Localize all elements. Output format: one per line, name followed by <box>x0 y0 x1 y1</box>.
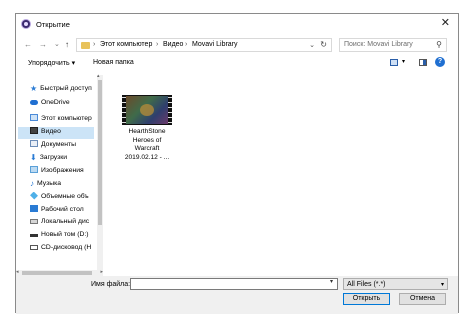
forward-arrow-icon[interactable]: → <box>39 40 47 49</box>
folder-icon <box>81 42 90 49</box>
pictures-icon <box>30 166 38 173</box>
film-strip-edge <box>168 95 172 125</box>
change-view-icon[interactable] <box>390 59 398 66</box>
sidebar-item-label: Рабочий стол <box>41 206 84 213</box>
music-icon: ♪ <box>30 179 34 188</box>
scroll-up-arrow-icon[interactable]: ▴ <box>97 73 100 79</box>
scrollbar-thumb[interactable] <box>98 80 102 225</box>
help-icon[interactable]: ? <box>435 57 445 67</box>
app-icon <box>21 19 31 29</box>
3d-objects-icon <box>30 192 38 200</box>
video-folder-icon <box>30 127 38 134</box>
scroll-left-arrow-icon[interactable]: ◂ <box>16 269 19 275</box>
file-name-line: Warcraft <box>134 145 160 152</box>
cloud-icon <box>30 100 38 105</box>
sidebar-item-new-volume-d[interactable]: Новый том (D:) <box>30 231 103 243</box>
sidebar-item-quick-access[interactable]: ★ Быстрый доступ <box>30 84 103 96</box>
drive-icon <box>30 219 38 224</box>
filename-label: Имя файла: <box>91 281 131 288</box>
sidebar-item-video[interactable]: Видео <box>18 127 94 139</box>
refresh-icon[interactable]: ↻ <box>320 40 327 49</box>
file-name-line: HearthStone <box>128 128 166 135</box>
navigation-bar: ← → ⌄ ↑ › Этот компьютер › Видео › Movav… <box>16 35 458 55</box>
file-item[interactable]: HearthStone Heroes of Warcraft 2019.02.1… <box>115 95 179 162</box>
cd-drive-icon <box>30 245 38 250</box>
navigation-pane: ★ Быстрый доступ OneDrive Этот компьютер … <box>16 75 103 275</box>
file-name: HearthStone Heroes of Warcraft 2019.02.1… <box>115 128 179 162</box>
file-type-value: All Files (*.*) <box>347 281 386 288</box>
breadcrumb-separator: › <box>185 41 188 48</box>
search-placeholder: Поиск: Movavi Library <box>344 41 413 48</box>
filename-input[interactable] <box>130 278 338 290</box>
sidebar-item-label: Музыка <box>37 180 62 187</box>
sidebar-item-downloads[interactable]: ⬇ Загрузки <box>30 153 103 165</box>
sidebar-item-label: Документы <box>41 141 77 148</box>
sidebar-item-desktop[interactable]: Рабочий стол <box>30 205 103 217</box>
sidebar-item-label: CD-дисковод (H <box>41 244 92 251</box>
sidebar-item-label: Этот компьютер <box>41 115 92 122</box>
sidebar-item-label: Новый том (D:) <box>41 231 89 238</box>
sidebar-item-documents[interactable]: Документы <box>30 140 103 152</box>
scrollbar-thumb[interactable] <box>22 271 92 275</box>
file-type-select[interactable]: All Files (*.*) ▾ <box>343 278 448 290</box>
breadcrumb-video[interactable]: Видео <box>163 41 183 48</box>
navigation-pane-vertical-scrollbar[interactable]: ▴ ▾ <box>97 73 103 277</box>
view-options-chevron-icon[interactable]: ▾ <box>402 58 405 65</box>
cancel-button[interactable]: Отмена <box>399 293 446 305</box>
sidebar-item-label: Видео <box>41 128 61 135</box>
desktop-icon <box>30 205 38 212</box>
command-bar: Упорядочить ▾ Новая папка ▾ ? <box>16 55 458 71</box>
drive-icon <box>30 234 38 237</box>
documents-icon <box>30 140 38 147</box>
sidebar-item-pictures[interactable]: Изображения <box>30 166 103 178</box>
filename-history-dropdown-icon[interactable]: ▾ <box>330 278 333 285</box>
close-icon[interactable]: ✕ <box>441 17 450 29</box>
sidebar-item-label: Объемные объ <box>41 193 89 200</box>
sidebar-item-label: Быстрый доступ <box>40 85 92 92</box>
sidebar-item-cd-drive[interactable]: CD-дисковод (H <box>30 244 103 256</box>
file-name-line: 2019.02.12 - ... <box>124 153 170 161</box>
organize-button[interactable]: Упорядочить ▾ <box>28 59 75 67</box>
search-icon: ⚲ <box>436 40 442 49</box>
open-file-dialog: Открытие ✕ ← → ⌄ ↑ › Этот компьютер › Ви… <box>15 13 459 314</box>
up-arrow-icon[interactable]: ↑ <box>65 40 69 49</box>
chevron-down-icon: ▾ <box>440 282 444 288</box>
downloads-icon: ⬇ <box>30 153 37 162</box>
breadcrumb-separator: › <box>156 41 159 48</box>
title-bar: Открытие ✕ <box>16 14 458 34</box>
sidebar-item-music[interactable]: ♪ Музыка <box>30 179 103 191</box>
search-box[interactable]: Поиск: Movavi Library ⚲ <box>339 38 447 52</box>
sidebar-item-label: Загрузки <box>39 154 68 161</box>
breadcrumb-separator: › <box>93 41 96 48</box>
address-dropdown-icon[interactable]: ⌄ <box>309 41 315 49</box>
dialog-footer: Имя файла: ▾ All Files (*.*) ▾ Открыть О… <box>16 276 458 314</box>
open-button[interactable]: Открыть <box>343 293 390 305</box>
star-icon: ★ <box>30 84 38 93</box>
sidebar-item-label: OneDrive <box>41 99 70 106</box>
sidebar-item-3d-objects[interactable]: Объемные объ <box>30 192 103 204</box>
recent-locations-chevron-icon[interactable]: ⌄ <box>54 40 60 48</box>
breadcrumb-this-pc[interactable]: Этот компьютер <box>100 41 152 48</box>
back-arrow-icon[interactable]: ← <box>24 40 32 49</box>
computer-icon <box>30 114 38 121</box>
sidebar-item-label: Изображения <box>41 167 84 174</box>
sidebar-item-label: Локальный дис <box>41 218 90 225</box>
address-bar[interactable]: › Этот компьютер › Видео › Movavi Librar… <box>76 38 332 52</box>
sidebar-item-this-pc[interactable]: Этот компьютер <box>30 114 103 126</box>
new-folder-button[interactable]: Новая папка <box>93 59 134 66</box>
sidebar-item-onedrive[interactable]: OneDrive <box>30 99 103 111</box>
breadcrumb-movavi-library[interactable]: Movavi Library <box>192 41 238 48</box>
window-title: Открытие <box>36 20 70 29</box>
video-thumbnail <box>122 95 172 125</box>
scroll-right-arrow-icon[interactable]: ▸ <box>100 269 103 275</box>
preview-pane-icon[interactable] <box>419 59 427 66</box>
file-list: HearthStone Heroes of Warcraft 2019.02.1… <box>105 75 459 275</box>
file-name-line: Heroes of <box>132 136 162 144</box>
sidebar-item-local-disk[interactable]: Локальный дис <box>30 218 103 230</box>
video-frame-image <box>126 96 168 124</box>
